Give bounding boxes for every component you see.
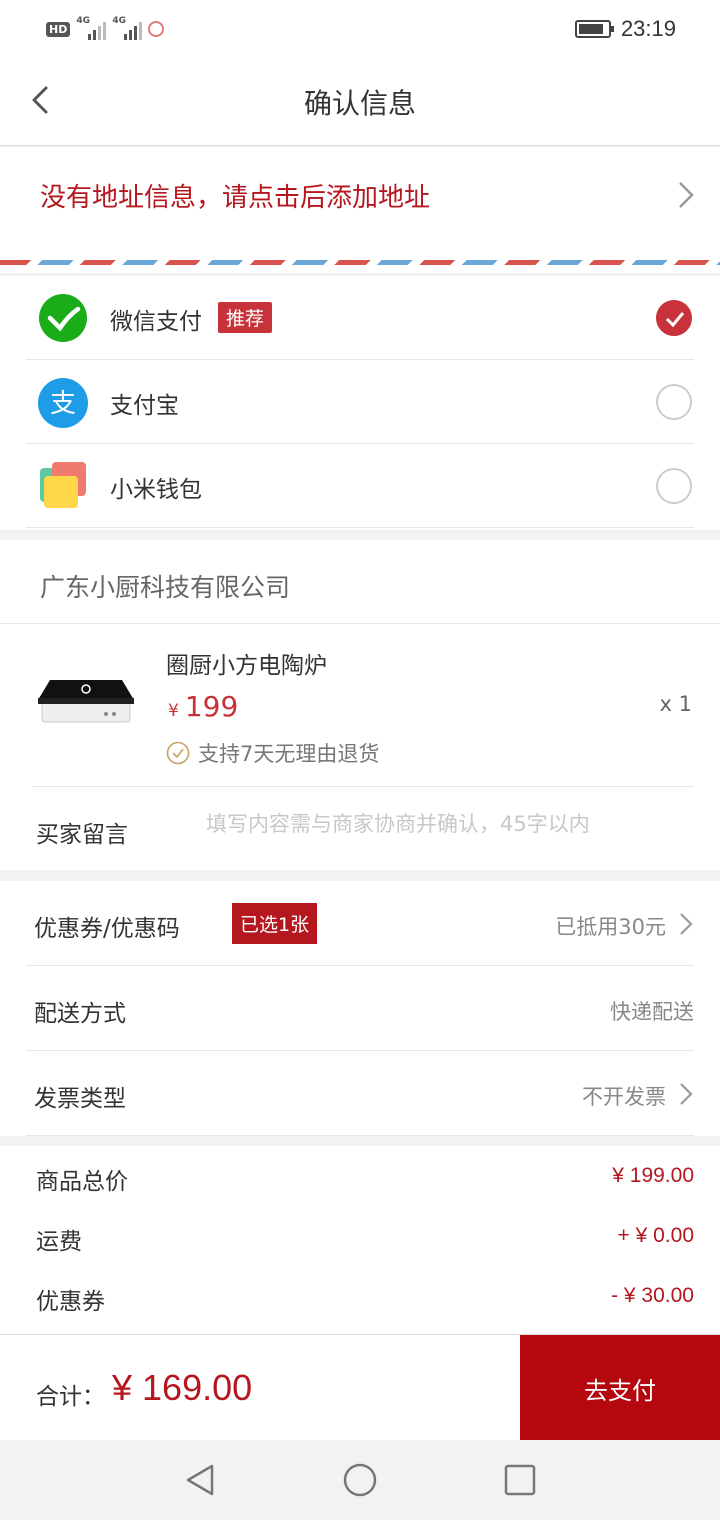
total-value: ¥ 169.00 <box>112 1367 253 1408</box>
payment-option-wechat[interactable]: 微信支付 推荐 <box>26 276 694 360</box>
total-label: 合计： <box>36 1384 105 1410</box>
nav-home-button[interactable] <box>340 1460 380 1500</box>
buyer-message-label: 买家留言 <box>36 822 128 848</box>
chevron-right-icon <box>679 182 694 208</box>
coupon-label: 优惠券/优惠码 <box>34 916 180 942</box>
subtotal-row: 商品总价 ¥ 199.00 <box>36 1164 694 1195</box>
battery-icon <box>574 20 614 38</box>
shop-name: 广东小厨科技有限公司 <box>40 573 291 602</box>
return-policy: 支持7天无理由退货 <box>166 738 379 768</box>
checkout-bar: 合计： ¥ 169.00 去支付 <box>0 1334 720 1441</box>
coupon-value: 已抵用30元 <box>555 915 666 939</box>
wechat-pay-icon <box>39 294 87 342</box>
payment-option-mi-wallet[interactable]: 小米钱包 <box>26 444 694 528</box>
shop-section: 广东小厨科技有限公司 圈厨小方电陶炉 ¥199 x 1 支持7天无理由退货 买家… <box>0 540 720 870</box>
buyer-message-input[interactable] <box>206 812 666 836</box>
check-circle-icon <box>166 741 190 765</box>
shipping-value: + ¥ 0.00 <box>617 1224 694 1247</box>
payment-radio[interactable] <box>656 384 692 420</box>
delivery-value: 快递配送 <box>610 1000 694 1024</box>
product-image <box>38 680 134 723</box>
nav-bar: 确认信息 <box>0 58 720 146</box>
page-title: 确认信息 <box>303 87 416 120</box>
hd-badge: HD <box>46 21 71 37</box>
payment-radio-checked[interactable] <box>656 300 692 336</box>
subtotal-value: ¥ 199.00 <box>612 1164 694 1187</box>
address-row[interactable]: 没有地址信息，请点击后添加地址 <box>0 147 720 273</box>
coupon-discount-row: 优惠券 - ¥ 30.00 <box>36 1284 694 1315</box>
order-options: 优惠券/优惠码 已选1张 已抵用30元 配送方式 快递配送 发票类型 不开发票 <box>0 881 720 1136</box>
delivery-row[interactable]: 配送方式 快递配送 <box>26 966 694 1051</box>
chevron-right-icon <box>680 913 693 935</box>
status-indicators: HD 4G 4G <box>46 16 165 40</box>
payment-label: 支付宝 <box>110 393 179 419</box>
nav-recents-button[interactable] <box>500 1460 540 1500</box>
check-icon <box>665 312 685 328</box>
mi-wallet-icon <box>40 462 86 508</box>
payment-label: 小米钱包 <box>110 477 202 503</box>
nav-back-button[interactable] <box>180 1460 220 1500</box>
chevron-right-icon <box>680 1083 693 1105</box>
system-nav-bar <box>0 1440 720 1520</box>
payment-methods: 微信支付 推荐 支 支付宝 小米钱包 <box>0 276 720 530</box>
status-bar: HD 4G 4G 23:19 <box>0 0 720 58</box>
address-prompt: 没有地址信息，请点击后添加地址 <box>40 183 431 213</box>
signal-icon: 4G <box>76 16 107 40</box>
payment-option-alipay[interactable]: 支 支付宝 <box>26 360 694 444</box>
square-recents-icon <box>504 1464 536 1496</box>
product-price: ¥199 <box>168 690 239 723</box>
alipay-icon: 支 <box>38 378 88 428</box>
notification-app-icon <box>148 21 165 37</box>
price-summary: 商品总价 ¥ 199.00 运费 + ¥ 0.00 优惠券 - ¥ 30.00 <box>0 1146 720 1334</box>
product-name: 圈厨小方电陶炉 <box>166 653 327 679</box>
payment-label: 微信支付 <box>110 309 202 335</box>
clock: 23:19 <box>620 16 676 41</box>
delivery-label: 配送方式 <box>34 1001 126 1027</box>
triangle-back-icon <box>186 1464 214 1496</box>
invoice-label: 发票类型 <box>34 1086 126 1112</box>
pay-button[interactable]: 去支付 <box>520 1335 720 1441</box>
coupon-selected-badge: 已选1张 <box>232 903 318 944</box>
recommend-tag: 推荐 <box>218 302 273 333</box>
shipping-row: 运费 + ¥ 0.00 <box>36 1224 694 1255</box>
circle-home-icon <box>343 1463 377 1497</box>
coupon-row[interactable]: 优惠券/优惠码 已选1张 已抵用30元 <box>26 881 694 966</box>
airmail-border <box>0 260 720 265</box>
status-right: 23:19 <box>574 16 676 42</box>
svg-text:支: 支 <box>50 389 76 419</box>
signal-icon-2: 4G <box>112 16 143 40</box>
invoice-row[interactable]: 发票类型 不开发票 <box>26 1051 694 1136</box>
coupon-discount-value: - ¥ 30.00 <box>611 1284 694 1307</box>
payment-radio[interactable] <box>656 468 692 504</box>
invoice-value: 不开发票 <box>582 1085 666 1109</box>
product-quantity: x 1 <box>659 692 692 716</box>
